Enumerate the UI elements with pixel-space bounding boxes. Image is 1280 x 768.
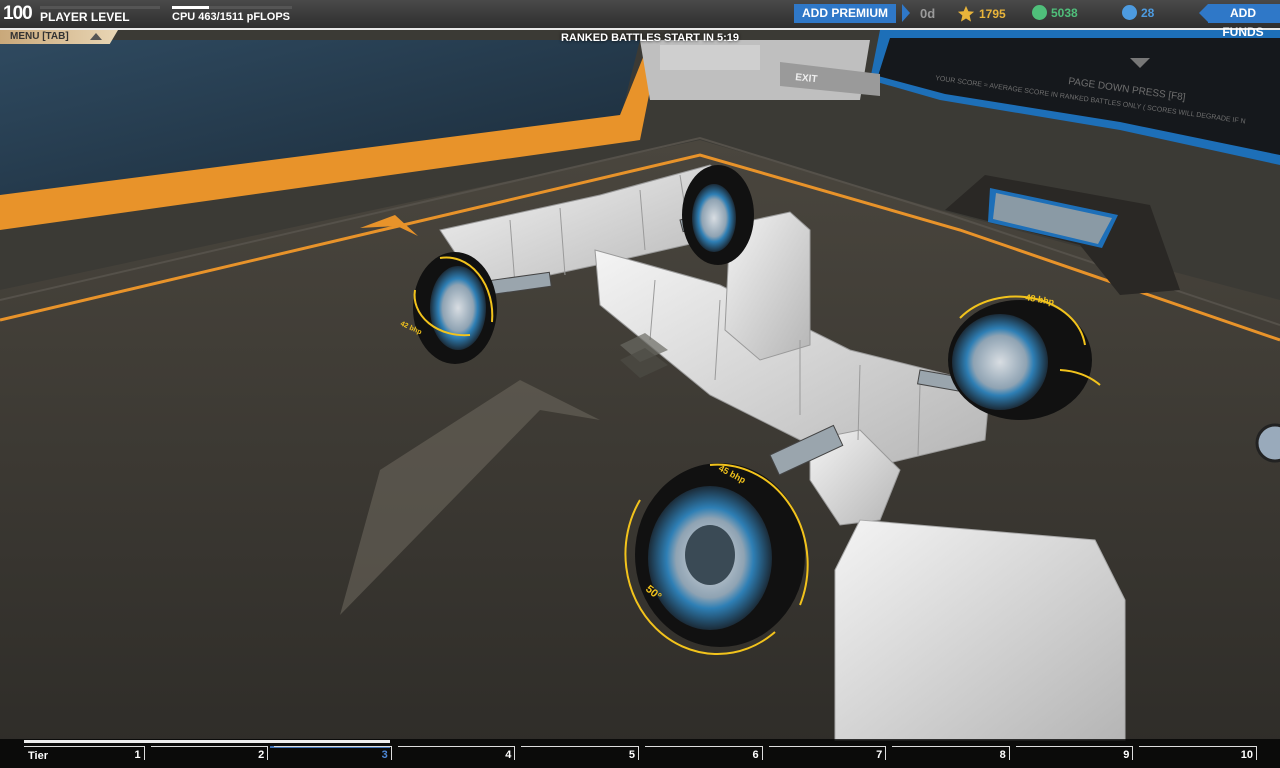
- tier-segment: [521, 746, 638, 747]
- exit-label: EXIT: [795, 72, 818, 85]
- tier-tick: [761, 746, 763, 760]
- tier-number-5: 5: [628, 749, 635, 761]
- rp-balance: 5038: [1032, 5, 1078, 20]
- top-hud: 100 PLAYER LEVEL CPU 463/1511 pFLOPS ADD…: [0, 0, 1280, 39]
- tier-tick: [143, 746, 145, 760]
- tier-number-10: 10: [1240, 749, 1253, 761]
- gc-value: 28: [1141, 5, 1155, 20]
- tier-tick: [1008, 746, 1010, 760]
- cpu-label: CPU 463/1511 pFLOPS: [172, 11, 290, 23]
- tier-label: Tier: [28, 750, 48, 762]
- gc-balance: 28: [1122, 5, 1154, 20]
- tier-number-4: 4: [505, 749, 512, 761]
- tier-segment: [645, 746, 762, 747]
- add-premium-arrow: [902, 4, 910, 22]
- tier-bar: [0, 739, 1280, 768]
- robits-balance: 1795: [957, 5, 1006, 23]
- tier-number-8: 8: [999, 749, 1006, 761]
- robits-value: 1795: [979, 7, 1006, 21]
- tier-number-6: 6: [752, 749, 759, 761]
- tier-segment: [150, 746, 268, 747]
- tier-number-2: 2: [258, 749, 265, 761]
- menu-tab-label: MENU [TAB]: [10, 31, 69, 42]
- tier-tick: [514, 746, 516, 760]
- tier-number-3: 3: [381, 749, 388, 761]
- tier-number-7: 7: [876, 749, 883, 761]
- tier-number-9: 9: [1123, 749, 1130, 761]
- tier-segment: [1139, 746, 1256, 747]
- tier-segment: [397, 746, 515, 747]
- player-level-label: PLAYER LEVEL: [40, 10, 130, 24]
- tier-segment: [274, 746, 391, 747]
- tier-segment: [768, 746, 886, 747]
- tier-number-1: 1: [134, 749, 141, 761]
- ranked-countdown: RANKED BATTLES START IN 5:19: [560, 32, 740, 44]
- tier-tick: [1132, 746, 1134, 760]
- add-funds-button[interactable]: ADD FUNDS: [1208, 4, 1280, 39]
- tier-tick: [267, 746, 269, 760]
- add-funds-arrow: [1199, 4, 1208, 22]
- cpu-bar-fill: [172, 6, 209, 9]
- tier-segment: [1015, 746, 1133, 747]
- add-premium-button[interactable]: ADD PREMIUM: [794, 4, 896, 23]
- tier-segment: [24, 746, 144, 747]
- tier-segment: [892, 746, 1009, 747]
- premium-days: 0d: [920, 6, 936, 21]
- tier-tick: [390, 746, 392, 760]
- garage-backdrop: PAGE DOWN PRESS [F8] YOUR SCORE = AVERAG…: [0, 0, 1280, 768]
- tier-tick: [885, 746, 887, 760]
- player-level-number: 100: [3, 3, 33, 24]
- rp-value: 5038: [1051, 5, 1078, 20]
- triangle-up-icon: [90, 33, 102, 40]
- tier-tick: [638, 746, 639, 760]
- tier-tick: [1256, 746, 1257, 760]
- menu-tab-button[interactable]: MENU [TAB]: [0, 30, 118, 44]
- player-level-bar: [40, 6, 160, 9]
- cpu-bar: [172, 6, 292, 9]
- tier-progress: [24, 740, 390, 743]
- star-icon: [957, 5, 975, 22]
- garage-scene[interactable]: PAGE DOWN PRESS [F8] YOUR SCORE = AVERAG…: [0, 0, 1280, 768]
- gc-icon: [1122, 5, 1137, 20]
- rp-icon: [1032, 5, 1047, 20]
